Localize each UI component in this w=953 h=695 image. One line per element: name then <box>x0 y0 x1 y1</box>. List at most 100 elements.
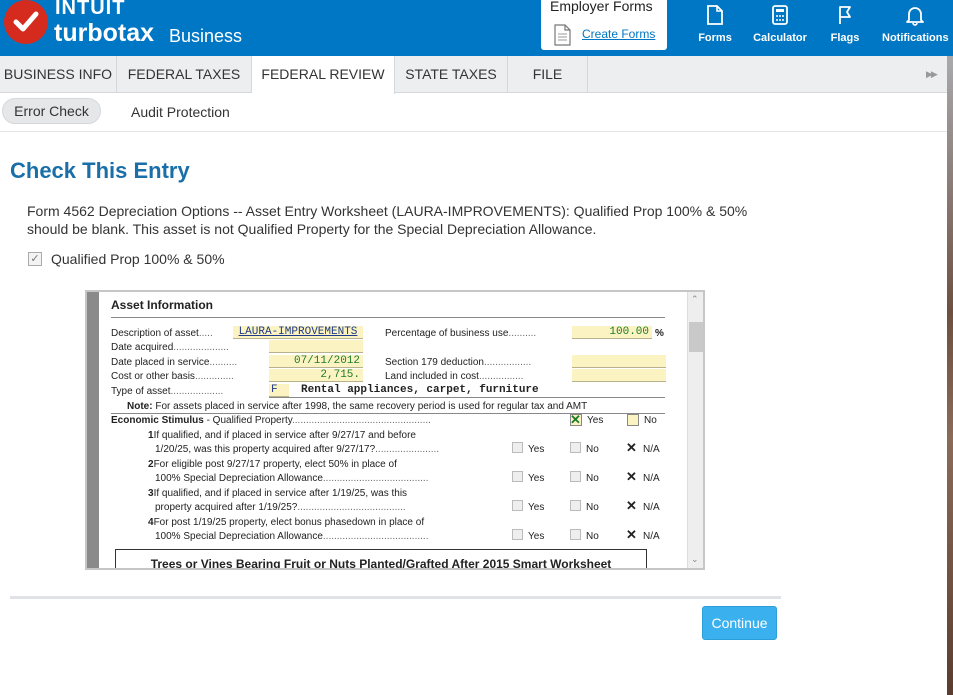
asset-type-description: Rental appliances, carpet, furniture <box>301 384 539 396</box>
question-3-line2: property acquired after 1/19/25?........… <box>155 502 406 513</box>
tab-federal-taxes[interactable]: FEDERAL TAXES <box>117 56 252 93</box>
content-divider <box>10 596 781 599</box>
land-field[interactable] <box>572 369 666 382</box>
cost-field[interactable]: 2,715. <box>269 369 363 382</box>
calculator-button-label: Calculator <box>753 32 807 44</box>
top-header: INTUIT turbotax Business Employer Forms … <box>0 0 953 56</box>
document-icon <box>554 24 571 46</box>
audit-protection-tab[interactable]: Audit Protection <box>131 104 230 120</box>
app-root: INTUIT turbotax Business Employer Forms … <box>0 0 953 695</box>
land-label: Land included in cost................ <box>385 371 524 382</box>
continue-button[interactable]: Continue <box>702 606 777 640</box>
business-use-field[interactable]: 100.00 <box>572 326 652 339</box>
divider <box>111 317 665 318</box>
asset-entry-worksheet: Asset Information Description of asset..… <box>99 292 689 568</box>
sec179-label: Section 179 deduction................. <box>385 357 532 368</box>
economic-stimulus-label: Economic Stimulus - Qualified Property..… <box>111 415 431 426</box>
trees-vines-worksheet-title: Trees or Vines Bearing Fruit or Nuts Pla… <box>115 549 647 568</box>
q4-yes-checkbox[interactable] <box>512 529 523 540</box>
econ-yes-label: Yes <box>587 415 604 426</box>
asset-type-code-field[interactable]: F <box>269 384 289 397</box>
econ-no-checkbox[interactable] <box>627 414 639 426</box>
econ-no-label: No <box>644 415 657 426</box>
q1-na-label: N/A <box>643 444 660 455</box>
x-mark-icon[interactable]: ✕ <box>626 441 638 454</box>
q3-yes-checkbox[interactable] <box>512 500 523 511</box>
chevron-up-icon[interactable]: ⌃ <box>691 294 699 305</box>
error-message: Form 4562 Depreciation Options -- Asset … <box>27 203 748 237</box>
question-1-line1: 1If qualified, and if placed in service … <box>148 430 416 441</box>
date-acquired-label: Date acquired.................... <box>111 342 229 353</box>
notifications-button[interactable]: Notifications <box>882 0 949 56</box>
x-mark-icon[interactable]: ✕ <box>626 528 638 541</box>
q4-no-checkbox[interactable] <box>570 529 581 540</box>
flags-button[interactable]: Flags <box>824 0 866 56</box>
asset-info-heading: Asset Information <box>111 298 214 312</box>
scrollbar-thumb[interactable] <box>689 322 703 352</box>
tab-federal-review[interactable]: FEDERAL REVIEW <box>252 56 395 94</box>
question-3-line1: 3If qualified, and if placed in service … <box>148 488 408 499</box>
intuit-logo-text: INTUIT <box>55 0 126 19</box>
chevron-down-icon[interactable]: ⌄ <box>691 554 699 565</box>
pct-unit: % <box>655 328 664 339</box>
background-strip <box>947 56 953 695</box>
notifications-button-label: Notifications <box>882 32 949 44</box>
type-label: Type of asset................... <box>111 386 224 397</box>
x-mark-icon[interactable]: ✕ <box>626 499 638 512</box>
bell-icon <box>906 7 924 26</box>
q1-no-label: No <box>586 444 599 455</box>
worksheet-scrollbar[interactable]: ⌃ ⌄ <box>687 292 703 568</box>
question-2-line1: 2For eligible post 9/27/17 property, ele… <box>148 459 397 470</box>
sub-tabs: Error Check Audit Protection <box>0 94 947 132</box>
business-logo-text: Business <box>169 26 243 46</box>
cost-label: Cost or other basis.............. <box>111 371 234 382</box>
tab-business-info[interactable]: BUSINESS INFO <box>0 56 117 93</box>
calculator-button[interactable]: Calculator <box>752 0 808 56</box>
worksheet-viewer: Asset Information Description of asset..… <box>85 290 705 570</box>
forms-button-label: Forms <box>698 32 732 44</box>
q1-yes-label: Yes <box>528 444 545 455</box>
tab-state-taxes[interactable]: STATE TAXES <box>395 56 508 93</box>
x-mark-icon: ✕ <box>570 412 581 427</box>
q2-na-label: N/A <box>643 473 660 484</box>
x-mark-icon[interactable]: ✕ <box>626 470 638 483</box>
flags-button-label: Flags <box>830 32 860 44</box>
qualified-prop-label: Qualified Prop 100% & 50% <box>51 251 225 267</box>
q1-yes-checkbox[interactable] <box>512 442 523 453</box>
econ-yes-checkbox[interactable]: ✕ <box>570 412 582 427</box>
description-field[interactable]: LAURA-IMPROVEMENTS <box>233 326 363 339</box>
qualified-prop-checkbox[interactable]: ✓ <box>28 252 42 266</box>
date-acquired-field[interactable] <box>269 340 363 353</box>
question-2-line2: 100% Special Depreciation Allowance.....… <box>155 473 429 484</box>
tab-file[interactable]: FILE <box>508 56 588 93</box>
create-forms-link[interactable]: Create Forms <box>582 27 655 41</box>
document-icon <box>707 5 723 25</box>
q1-no-checkbox[interactable] <box>570 442 581 453</box>
question-4-line2: 100% Special Depreciation Allowance.....… <box>155 531 429 542</box>
forms-button[interactable]: Forms <box>692 0 738 56</box>
note-text: Note: For assets placed in service after… <box>127 401 588 412</box>
error-check-tab[interactable]: Error Check <box>2 98 101 124</box>
q2-yes-checkbox[interactable] <box>512 471 523 482</box>
turbotax-check-logo-icon <box>4 0 48 44</box>
question-4-line1: 4For post 1/19/25 property, elect bonus … <box>148 517 425 528</box>
q2-no-label: No <box>586 473 599 484</box>
turbotax-logo-text: turbotax <box>54 19 154 47</box>
pct-label: Percentage of business use.......... <box>385 328 537 339</box>
date-placed-label: Date placed in service.......... <box>111 357 238 368</box>
q3-no-label: No <box>586 502 599 513</box>
page-title: Check This Entry <box>10 158 190 183</box>
desc-label: Description of asset..... <box>111 328 213 339</box>
q2-no-checkbox[interactable] <box>570 471 581 482</box>
date-placed-field[interactable]: 07/11/2012 <box>269 355 363 368</box>
double-chevron-right-icon[interactable]: ▶▶ <box>926 69 938 80</box>
q3-no-checkbox[interactable] <box>570 500 581 511</box>
q4-no-label: No <box>586 531 599 542</box>
q2-yes-label: Yes <box>528 473 545 484</box>
flag-icon <box>839 6 851 24</box>
employer-forms-panel: Employer Forms Create Forms <box>541 0 667 50</box>
q3-yes-label: Yes <box>528 502 545 513</box>
sec179-field[interactable] <box>572 355 666 368</box>
main-tabs: BUSINESS INFO FEDERAL TAXES FEDERAL REVI… <box>0 56 947 94</box>
calculator-icon <box>772 5 788 25</box>
